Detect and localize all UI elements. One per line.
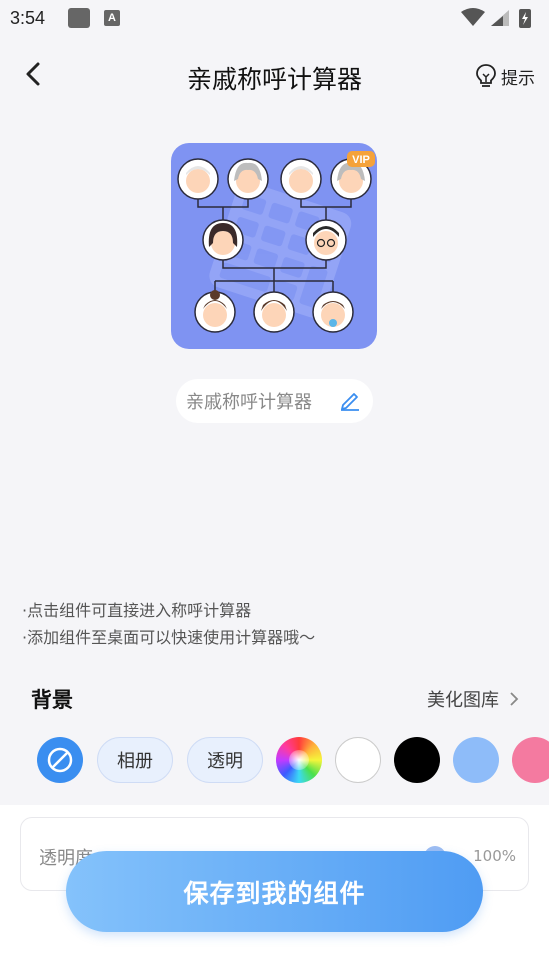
header: 亲戚称呼计算器 提示 (0, 48, 549, 104)
widget-name-text: 亲戚称呼计算器 (186, 392, 312, 413)
edit-pencil-icon[interactable] (339, 389, 361, 411)
color-swatch-white[interactable] (335, 737, 381, 783)
avatar-grandfather-2 (280, 158, 322, 200)
color-swatch-pink[interactable] (512, 737, 549, 783)
opacity-value: 100% (473, 847, 516, 865)
avatar-father (305, 219, 347, 261)
svg-text:VIP: VIP (352, 154, 370, 166)
family-tree-illustration: VIP (177, 151, 375, 333)
status-bar: 3:54 A (0, 0, 549, 36)
wifi-icon (461, 8, 485, 26)
gallery-label: 美化图库 (427, 690, 499, 711)
album-option[interactable]: 相册 (97, 737, 173, 783)
widget-preview[interactable]: VIP (171, 143, 377, 349)
avatar-mother (202, 219, 244, 261)
background-title: 背景 (31, 688, 73, 712)
hint-button[interactable]: 提示 (475, 62, 535, 90)
background-section-header: 背景 美化图库 (0, 680, 549, 720)
page-title: 亲戚称呼计算器 (186, 65, 362, 94)
lightbulb-icon (476, 64, 496, 87)
status-icons (461, 8, 531, 28)
save-widget-button[interactable]: 保存到我的组件 (66, 851, 483, 932)
avatar-child-2 (253, 291, 295, 333)
color-swatch-black[interactable] (394, 737, 440, 783)
disabled-circle-icon (47, 747, 73, 773)
tip-line: ·点击组件可直接进入称呼计算器 (22, 601, 252, 620)
status-time: 3:54 (10, 8, 46, 28)
no-background-option[interactable] (37, 737, 83, 783)
vip-badge: VIP (347, 151, 375, 167)
avatar-child-3 (312, 291, 354, 333)
notification-icon (68, 8, 90, 28)
transparent-option[interactable]: 透明 (187, 737, 263, 783)
color-swatch-blue[interactable] (453, 737, 499, 783)
background-options: 相册 透明 (0, 737, 549, 785)
chevron-right-icon (510, 692, 519, 706)
avatar-grandmother-1 (227, 158, 269, 200)
gallery-link[interactable]: 美化图库 (427, 686, 519, 712)
color-picker-option[interactable] (276, 737, 322, 783)
app-notification-icon: A (104, 10, 120, 26)
widget-name-field[interactable]: 亲戚称呼计算器 (176, 379, 373, 423)
tip-line: ·添加组件至桌面可以快速使用计算器哦～ (22, 628, 316, 647)
hint-label: 提示 (501, 68, 535, 89)
avatar-child-1 (194, 290, 236, 333)
tips-text: ·点击组件可直接进入称呼计算器 ·添加组件至桌面可以快速使用计算器哦～ (22, 597, 315, 651)
avatar-grandfather-1 (177, 158, 219, 200)
